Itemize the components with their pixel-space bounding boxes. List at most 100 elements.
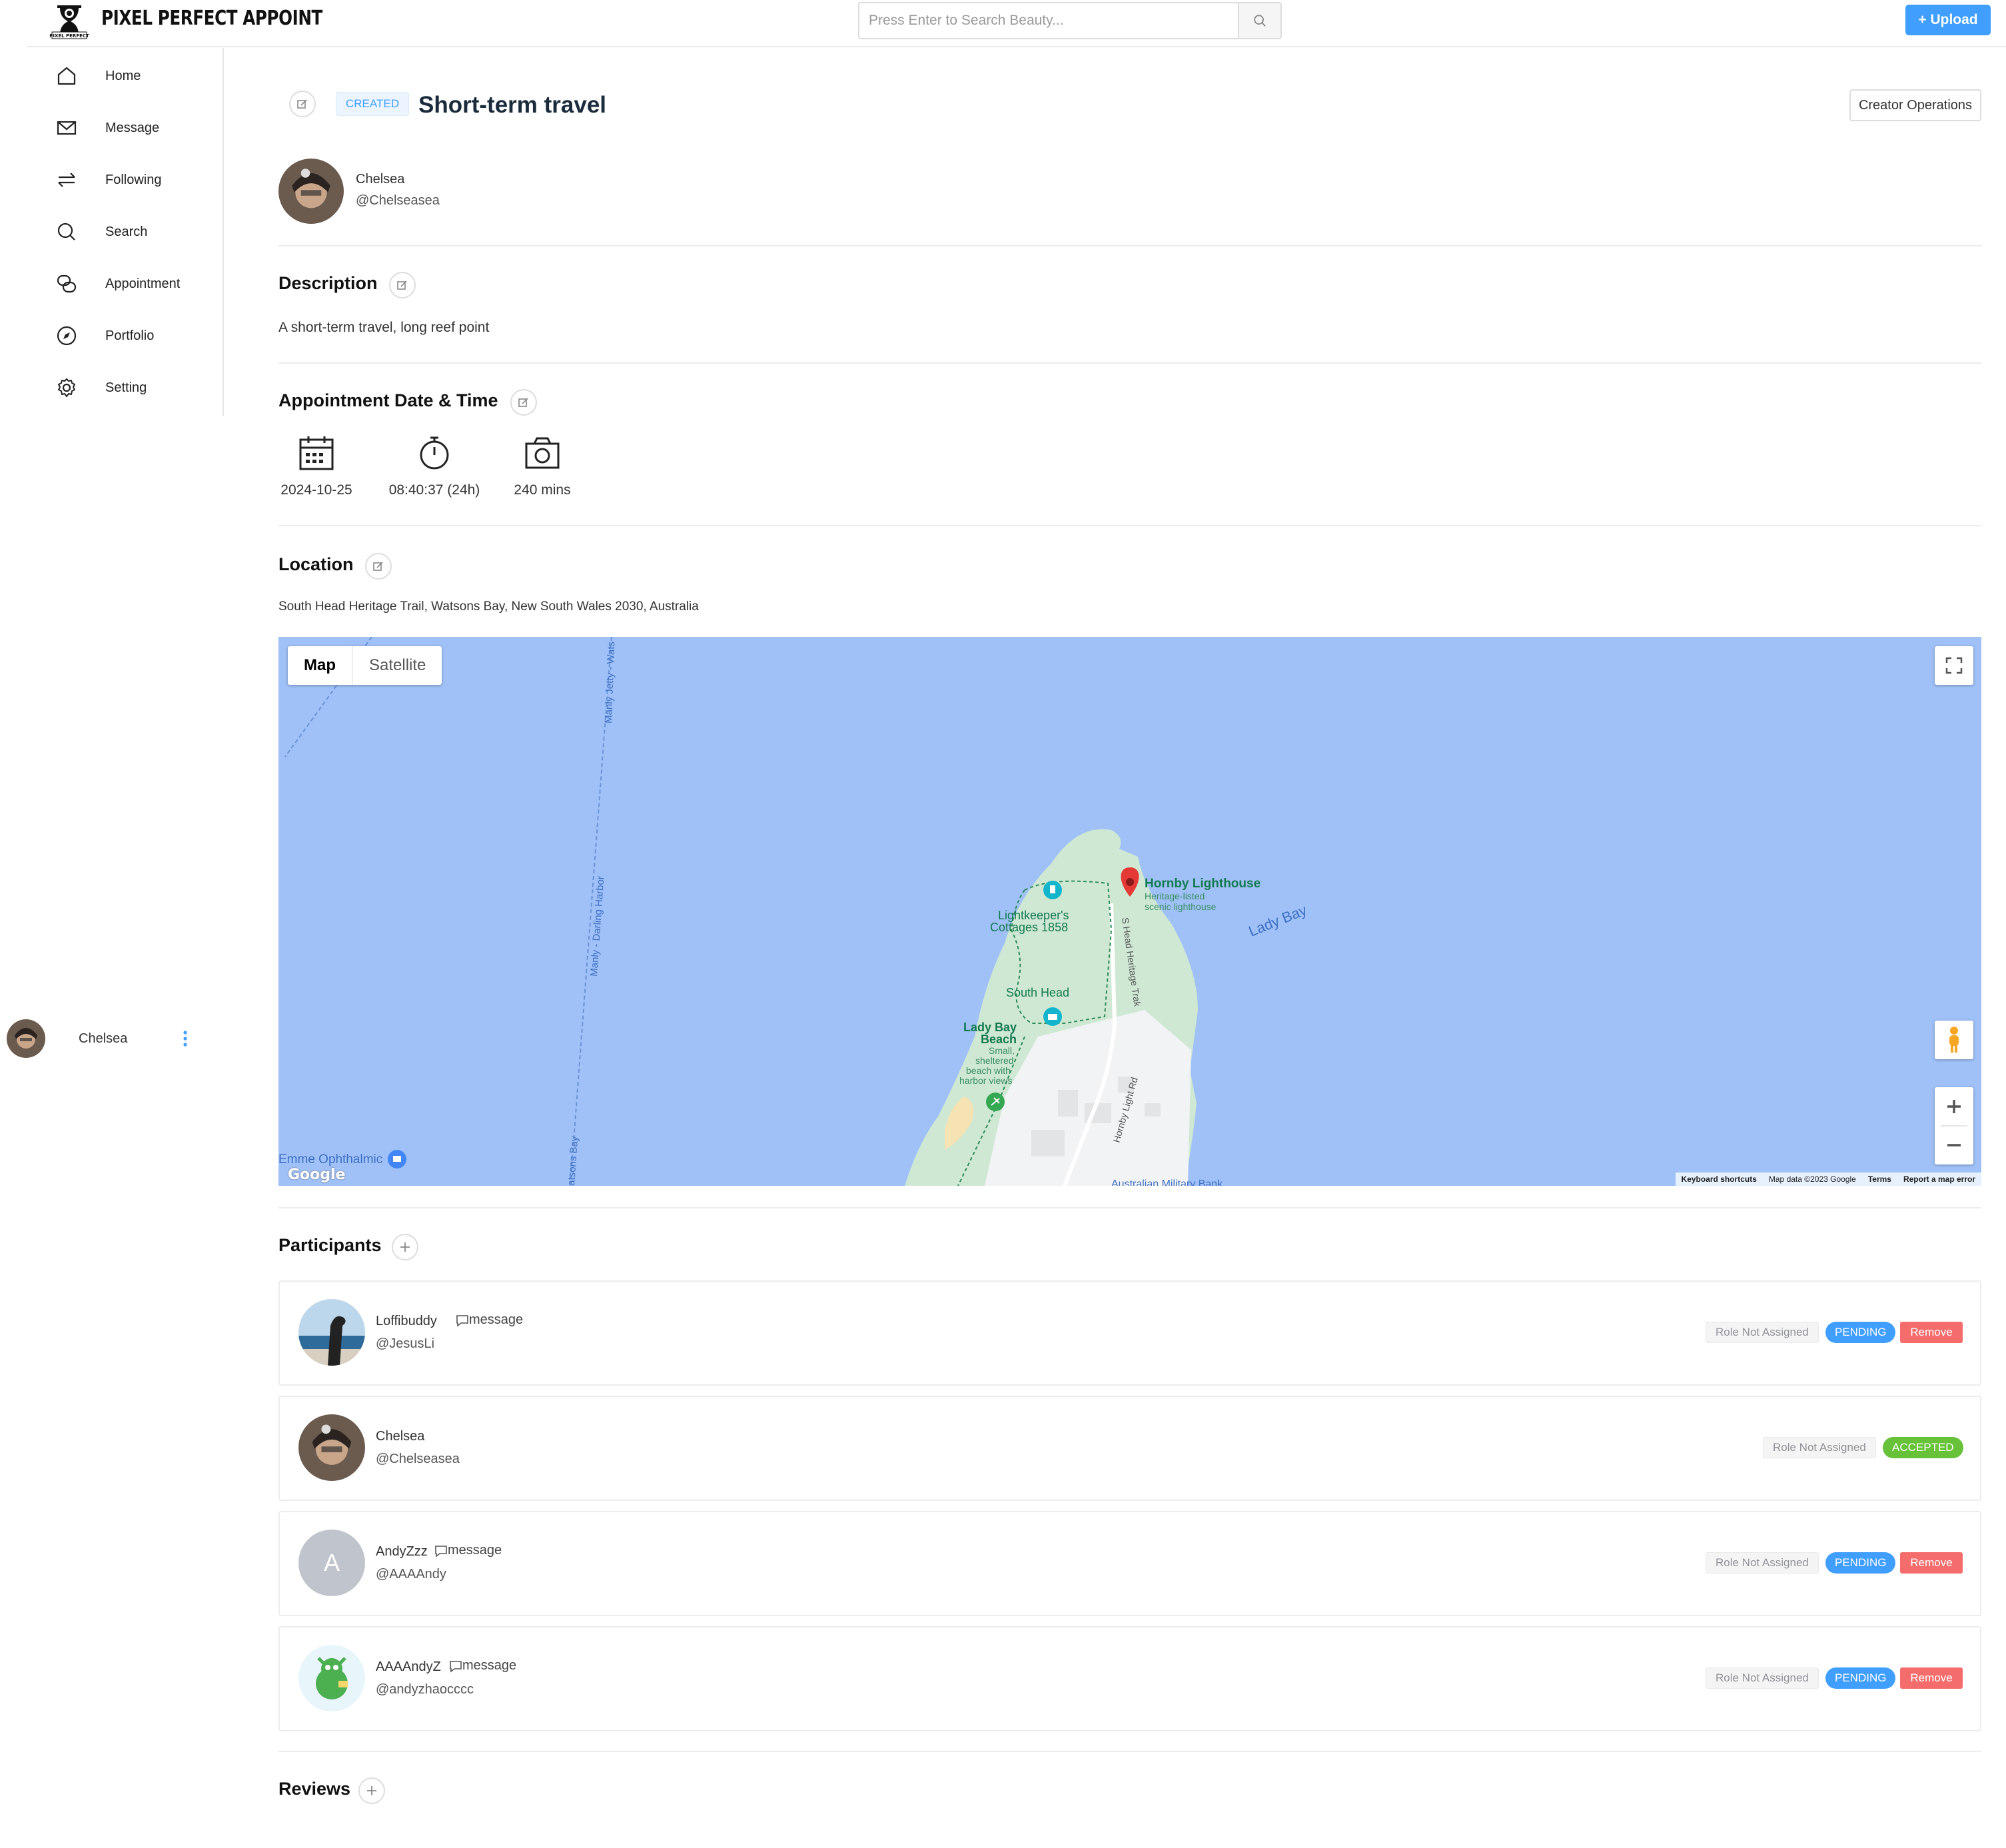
google-logo[interactable]: Google bbox=[288, 1166, 346, 1183]
hourglass-logo-icon[interactable]: PIXEL PERFECT bbox=[49, 1, 89, 41]
duration-value: 240 mins bbox=[514, 482, 571, 498]
beach-pin-icon[interactable] bbox=[986, 1093, 1005, 1111]
map-label: Heritage-listed bbox=[1145, 891, 1205, 901]
message-link[interactable]: message bbox=[449, 1658, 516, 1673]
tab-map[interactable]: Map bbox=[288, 646, 353, 685]
section-title-location: Location bbox=[278, 554, 354, 574]
participant-handle: @Chelseasea bbox=[376, 1452, 460, 1466]
edit-description-button[interactable] bbox=[389, 272, 416, 298]
section-title-description: Description bbox=[278, 273, 378, 293]
sidebar-item-label: Setting bbox=[105, 380, 147, 395]
description-text: A short-term travel, long reef point bbox=[278, 320, 490, 335]
sidebar-item-label: Home bbox=[105, 68, 141, 83]
keyboard-shortcuts-link[interactable]: Keyboard shortcuts bbox=[1676, 1172, 1763, 1186]
map-label: Cottages 1858 bbox=[990, 921, 1068, 934]
camera-pin-icon[interactable] bbox=[1043, 1007, 1062, 1026]
upload-button[interactable]: + Upload bbox=[1905, 5, 1991, 35]
map[interactable]: Manly Jetty - Wats Manly - Darling Harbo… bbox=[278, 637, 1981, 1186]
home-icon bbox=[57, 67, 76, 85]
map-label: Manly - Darling Harbor bbox=[588, 876, 606, 977]
time-item: 08:40:37 (24h) bbox=[385, 434, 484, 498]
map-canvas[interactable]: Manly Jetty - Wats Manly - Darling Harbo… bbox=[278, 637, 1981, 1186]
edit-location-button[interactable] bbox=[365, 553, 392, 580]
report-map-error-link[interactable]: Report a map error bbox=[1897, 1172, 1981, 1186]
map-label: Lady Bay bbox=[1247, 901, 1309, 940]
sidebar: Home Message Following Search Appointmen… bbox=[0, 48, 224, 416]
add-participant-button[interactable] bbox=[392, 1234, 418, 1260]
sidebar-item-search[interactable]: Search bbox=[53, 212, 213, 252]
participant-name: Loffibuddy bbox=[376, 1314, 437, 1328]
time-value: 08:40:37 (24h) bbox=[388, 482, 480, 498]
compass-icon bbox=[57, 326, 77, 346]
street-view-button[interactable] bbox=[1935, 1021, 1973, 1059]
avatar[interactable]: A bbox=[298, 1530, 365, 1596]
avatar[interactable] bbox=[298, 1645, 365, 1711]
sidebar-item-home[interactable]: Home bbox=[53, 56, 213, 96]
edit-icon bbox=[297, 99, 307, 109]
app-title[interactable]: PIXEL PERFECT APPOINT bbox=[101, 7, 322, 30]
top-bar: PIXEL PERFECT PIXEL PERFECT APPOINT + Up… bbox=[0, 0, 2006, 47]
map-label: Manly Jetty - Wats bbox=[603, 642, 617, 723]
avatar[interactable] bbox=[7, 1019, 45, 1058]
search-button[interactable] bbox=[1238, 3, 1280, 38]
message-label: message bbox=[448, 1543, 502, 1558]
message-link[interactable]: message bbox=[456, 1312, 523, 1328]
logo-small-text: PIXEL PERFECT bbox=[49, 33, 89, 39]
remove-button[interactable]: Remove bbox=[1900, 1667, 1963, 1689]
mail-icon bbox=[57, 121, 77, 135]
zoom-control bbox=[1935, 1087, 1973, 1164]
role-badge[interactable]: Role Not Assigned bbox=[1706, 1322, 1819, 1343]
fullscreen-icon bbox=[1945, 657, 1963, 674]
stopwatch-icon bbox=[420, 436, 449, 470]
participant-name: Chelsea bbox=[376, 1429, 425, 1444]
date-item: 2024-10-25 bbox=[278, 434, 354, 498]
calendar-icon bbox=[299, 436, 334, 470]
remove-button[interactable]: Remove bbox=[1900, 1552, 1963, 1574]
sidebar-user[interactable]: Chelsea bbox=[7, 1017, 207, 1059]
chat-icon bbox=[450, 1660, 462, 1673]
role-badge[interactable]: Role Not Assigned bbox=[1763, 1437, 1876, 1458]
participant-card: A AndyZzz message @AAAAndy Role Not Assi… bbox=[278, 1511, 1981, 1616]
creator-operations-button[interactable]: Creator Operations bbox=[1849, 89, 1981, 121]
creator-avatar[interactable] bbox=[278, 159, 344, 224]
sidebar-item-label: Search bbox=[105, 224, 148, 239]
sidebar-item-following[interactable]: Following bbox=[53, 160, 213, 200]
sidebar-item-appointment[interactable]: Appointment bbox=[53, 264, 213, 304]
add-review-button[interactable] bbox=[358, 1777, 385, 1804]
sidebar-item-setting[interactable]: Setting bbox=[53, 368, 213, 408]
attraction-pin-icon[interactable] bbox=[1043, 881, 1062, 899]
tab-satellite[interactable]: Satellite bbox=[353, 646, 442, 685]
role-badge[interactable]: Role Not Assigned bbox=[1706, 1552, 1819, 1574]
status-badge: CREATED bbox=[336, 92, 409, 116]
sidebar-item-portfolio[interactable]: Portfolio bbox=[53, 316, 213, 356]
edit-title-button[interactable] bbox=[289, 91, 316, 117]
camera-icon bbox=[525, 437, 560, 469]
plus-icon bbox=[400, 1242, 410, 1252]
fullscreen-button[interactable] bbox=[1935, 646, 1973, 685]
edit-datetime-button[interactable] bbox=[510, 389, 537, 416]
participant-card: AAAAndyZ message @andyzhaocccc Role Not … bbox=[278, 1626, 1981, 1731]
status-badge: ACCEPTED bbox=[1883, 1437, 1963, 1458]
map-label: Beach bbox=[981, 1033, 1017, 1046]
participant-name: AAAAndyZ bbox=[376, 1659, 441, 1674]
map-footer: Keyboard shortcuts Map data ©2023 Google… bbox=[1675, 1172, 1981, 1186]
remove-button[interactable]: Remove bbox=[1900, 1322, 1963, 1343]
avatar[interactable] bbox=[298, 1414, 365, 1481]
medical-pin-icon[interactable] bbox=[388, 1150, 406, 1168]
map-label: Australian Military Bank bbox=[1111, 1178, 1223, 1186]
avatar[interactable] bbox=[298, 1299, 365, 1366]
message-link[interactable]: message bbox=[434, 1543, 502, 1558]
participant-card: Loffibuddy message @JesusLi Role Not Ass… bbox=[278, 1280, 1981, 1386]
role-badge[interactable]: Role Not Assigned bbox=[1706, 1667, 1819, 1689]
status-badge: PENDING bbox=[1825, 1667, 1896, 1689]
more-vertical-icon[interactable] bbox=[179, 1029, 192, 1049]
chat-icon bbox=[456, 1314, 468, 1327]
sidebar-item-message[interactable]: Message bbox=[53, 108, 213, 148]
zoom-in-button[interactable] bbox=[1935, 1087, 1973, 1125]
zoom-out-button[interactable] bbox=[1935, 1127, 1973, 1164]
terms-link[interactable]: Terms bbox=[1862, 1172, 1897, 1186]
divider bbox=[278, 1751, 1981, 1752]
search-input[interactable] bbox=[859, 3, 1237, 38]
map-data-text: Map data ©2023 Google bbox=[1768, 1174, 1856, 1184]
map-label: Emme Ophthalmic bbox=[278, 1153, 382, 1166]
